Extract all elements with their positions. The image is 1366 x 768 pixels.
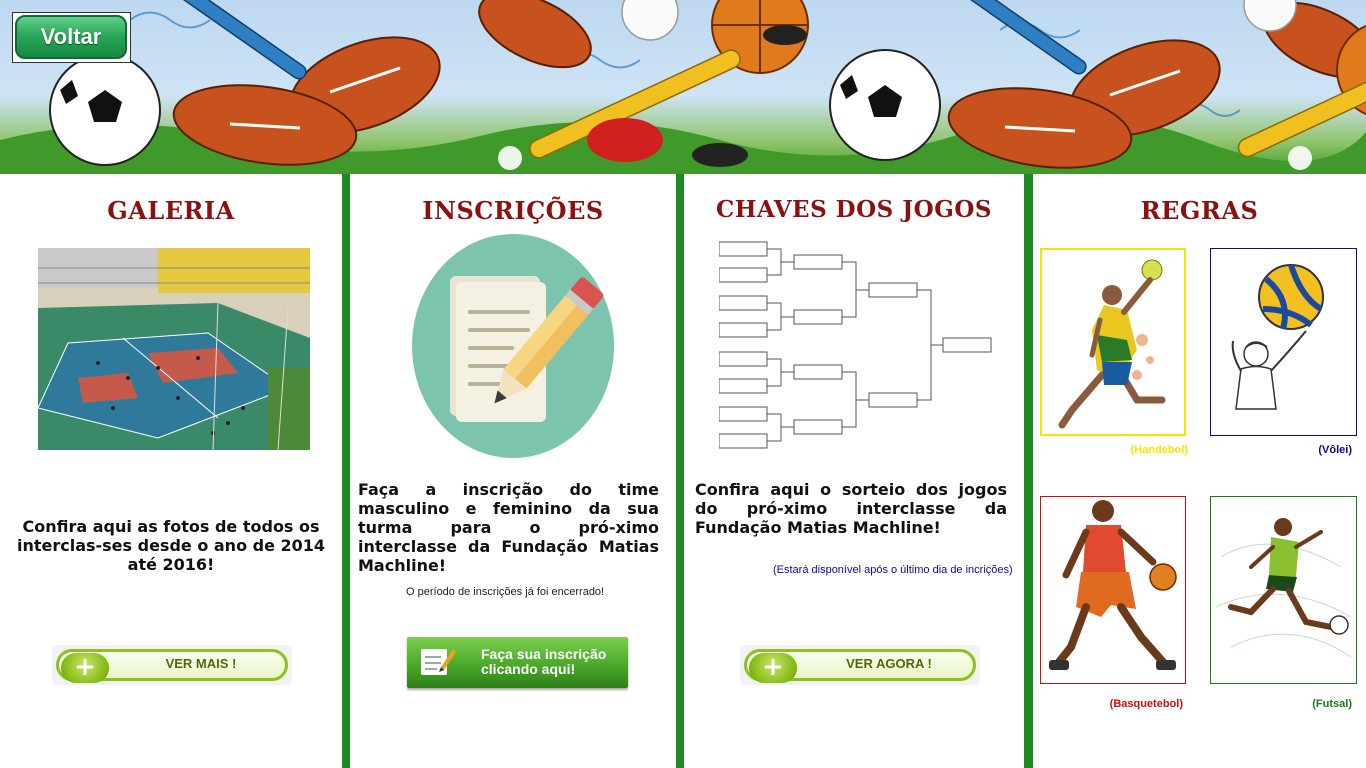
rules-section: REGRAS (Handebol) (Vôlei) (Basquetebol) … <box>1033 174 1366 768</box>
handball-label[interactable]: (Handebol) <box>1093 444 1188 456</box>
gallery-photo[interactable] <box>38 248 310 450</box>
gallery-section: GALERIA Confira aqui as fotos de todos o… <box>0 174 342 768</box>
see-more-button[interactable]: + VER MAIS ! <box>52 645 292 685</box>
futsal-label[interactable]: (Futsal) <box>1260 698 1352 710</box>
back-button[interactable]: Voltar <box>15 15 127 59</box>
brackets-section: CHAVES DOS JOGOS Confira aqui o sorteio … <box>684 174 1024 768</box>
rules-title: REGRAS <box>1140 196 1259 225</box>
register-line1-prefix: Faça sua <box>481 646 545 662</box>
register-line2: clicando aqui! <box>481 661 576 677</box>
register-button-label: Faça sua inscrição clicando aqui! <box>481 647 621 677</box>
sports-pattern-illustration <box>0 0 1366 174</box>
column-divider <box>1024 174 1033 768</box>
brackets-availability-note: (Estará disponível após o último dia de … <box>773 564 1013 576</box>
basketball-player-illustration <box>1049 500 1177 670</box>
sports-banner: Voltar <box>0 0 1366 174</box>
brackets-description: Confira aqui o sorteio dos jogos do pró-… <box>695 480 1007 537</box>
register-line1-bold: inscrição <box>544 646 607 662</box>
registration-closed-note: O período de inscrições já foi encerrado… <box>406 586 605 598</box>
handball-player-illustration <box>1058 259 1166 429</box>
register-button[interactable]: Faça sua inscrição clicando aqui! <box>407 637 628 688</box>
see-now-button[interactable]: + VER AGORA ! <box>740 645 980 685</box>
gallery-title: GALERIA <box>107 196 235 225</box>
futsal-player-illustration <box>1215 518 1352 658</box>
volleyball-player-illustration <box>1231 264 1324 410</box>
plus-icon: + <box>61 653 109 683</box>
column-divider <box>676 174 684 768</box>
brackets-title: CHAVES DOS JOGOS <box>715 196 992 223</box>
registration-section: INSCRIÇÕES Faça a inscrição do time masc… <box>350 174 676 768</box>
column-divider <box>342 174 350 768</box>
registration-title: INSCRIÇÕES <box>422 196 604 225</box>
plus-icon: + <box>749 653 797 683</box>
tournament-bracket-diagram <box>719 241 992 449</box>
form-pencil-icon <box>421 649 456 675</box>
registration-form-icon <box>412 234 614 458</box>
see-more-label: VER MAIS ! <box>165 656 237 671</box>
volleyball-rules-card[interactable] <box>1210 248 1357 436</box>
see-now-label: VER AGORA ! <box>846 656 932 671</box>
basketball-rules-card[interactable] <box>1040 496 1186 684</box>
futsal-rules-card[interactable] <box>1210 496 1357 684</box>
registration-description: Faça a inscrição do time masculino e fem… <box>358 480 659 575</box>
volleyball-label[interactable]: (Vôlei) <box>1260 444 1352 456</box>
basketball-label[interactable]: (Basquetebol) <box>1073 698 1183 710</box>
gallery-description: Confira aqui as fotos de todos os interc… <box>16 517 326 574</box>
handball-rules-card[interactable] <box>1040 248 1186 436</box>
